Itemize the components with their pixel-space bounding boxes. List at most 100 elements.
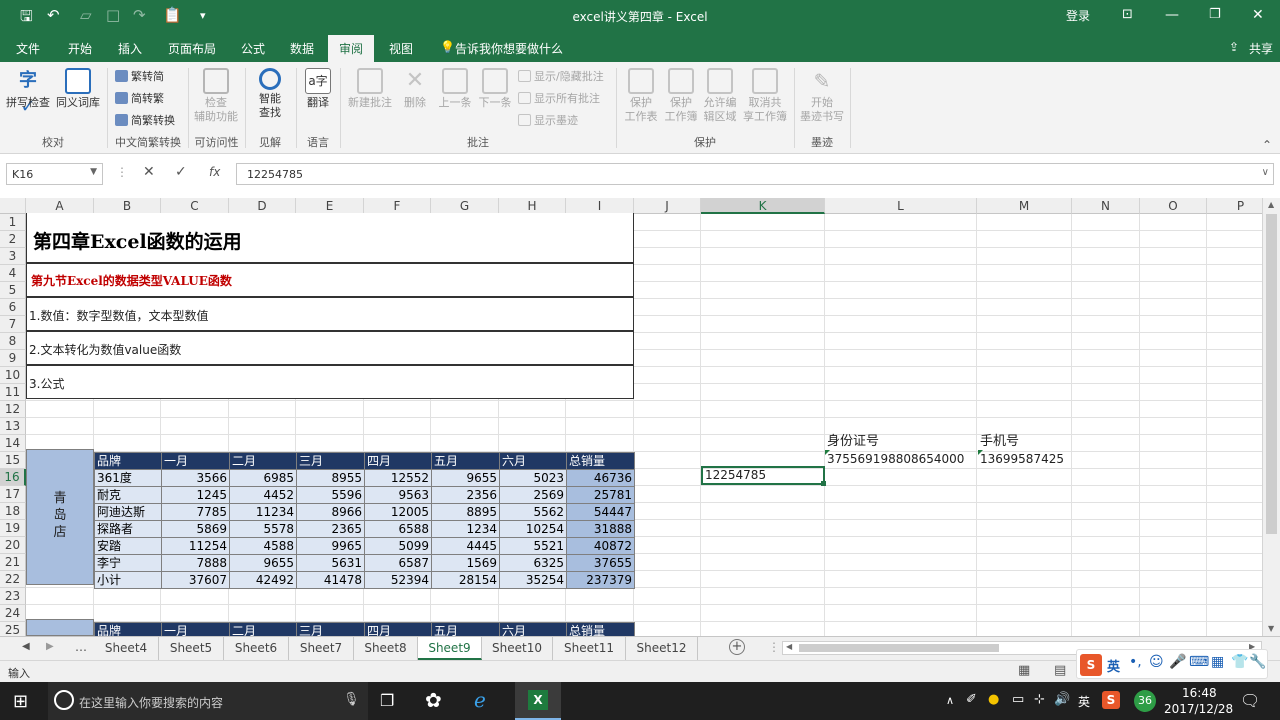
excel-taskbar-button[interactable]: X — [515, 682, 561, 720]
new-comment-button[interactable]: 新建批注 — [344, 68, 396, 110]
tray-app-icon[interactable]: ✐ — [966, 692, 977, 707]
prev-comment-button[interactable]: 上一条 — [435, 68, 475, 110]
scroll-up-icon[interactable]: ▲ — [1268, 200, 1274, 209]
row-header-19[interactable]: 19 — [0, 520, 26, 537]
table-value-cell[interactable]: 5099 — [364, 537, 432, 555]
chevron-down-icon[interactable]: ▼ — [90, 167, 97, 177]
sheet-tab-sheet8[interactable]: Sheet8 — [354, 637, 418, 660]
section-title-cell[interactable]: 第九节Excel的数据类型VALUE函数 — [26, 263, 634, 297]
id-label[interactable]: 身份证号 — [827, 433, 879, 450]
table-value-cell[interactable]: 6587 — [364, 554, 432, 572]
column-header-a[interactable]: A — [26, 198, 94, 214]
row-header-13[interactable]: 13 — [0, 418, 26, 435]
table-value-cell[interactable]: 5631 — [296, 554, 365, 572]
item2-cell[interactable]: 2.文本转化为数值value函数 — [26, 331, 634, 365]
column-header-h[interactable]: H — [499, 198, 566, 214]
sheet-tab-sheet5[interactable]: Sheet5 — [159, 637, 224, 660]
check-accessibility-button[interactable]: 检查 辅助功能 — [192, 68, 240, 124]
pinwheel-app-icon[interactable]: ✿ — [425, 688, 442, 712]
item3-cell[interactable]: 3.公式 — [26, 365, 634, 399]
select-all-corner[interactable] — [0, 198, 26, 214]
notification-icon[interactable]: 🗨 — [1240, 691, 1260, 710]
table-value-cell[interactable]: 9655 — [229, 554, 297, 572]
tools-icon[interactable]: 🔧 — [1249, 654, 1266, 670]
column-header-l[interactable]: L — [825, 198, 977, 214]
punct-icon[interactable]: •, — [1129, 654, 1142, 670]
row-header-10[interactable]: 10 — [0, 367, 26, 384]
clock-date[interactable]: 2017/12/28 — [1164, 702, 1233, 716]
network-icon[interactable]: ⊹ — [1034, 692, 1045, 707]
row-header-7[interactable]: 7 — [0, 316, 26, 333]
table2-header-cell[interactable]: 五月 — [431, 622, 500, 636]
scroll-down-icon[interactable]: ▼ — [1268, 624, 1274, 633]
table-value-cell[interactable]: 1569 — [431, 554, 500, 572]
ime-toolbar[interactable]: S 英 •, ☺ 🎤 ⌨ ▦ 👕 🔧 — [1076, 649, 1268, 679]
worksheet-grid[interactable]: ABCDEFGHIJKLMNOP 1 2 3 4 5 6 7 8 9 10 11 12 13 14 15 16… — [0, 198, 1262, 636]
table2-header-cell[interactable]: 二月 — [229, 622, 297, 636]
row-header-16[interactable]: 16 — [0, 469, 26, 486]
show-ink-button[interactable]: 显示墨迹 — [518, 112, 578, 128]
unshare-workbook-button[interactable]: 取消共 享工作簿 — [740, 68, 790, 124]
thesaurus-button[interactable]: 同义词库 — [54, 68, 102, 110]
login-link[interactable]: 登录 — [1066, 7, 1090, 24]
table2-header-cell[interactable]: 总销量 — [566, 622, 635, 636]
table-header-cell[interactable]: 四月 — [364, 452, 432, 470]
active-cell-K16[interactable]: 12254785 — [701, 466, 825, 485]
table-value-cell[interactable]: 37607 — [161, 571, 230, 589]
table-value-cell[interactable]: 28154 — [431, 571, 500, 589]
table-header-cell[interactable]: 六月 — [499, 452, 567, 470]
allow-edit-ranges-button[interactable]: 允许编 辑区域 — [701, 68, 739, 124]
table-header-cell[interactable]: 一月 — [161, 452, 230, 470]
row-header-20[interactable]: 20 — [0, 537, 26, 554]
table-value-cell[interactable]: 11234 — [229, 503, 297, 521]
table-value-cell[interactable]: 1245 — [161, 486, 230, 504]
table-value-cell[interactable]: 4445 — [431, 537, 500, 555]
protect-sheet-button[interactable]: 保护 工作表 — [622, 68, 660, 124]
row-header-15[interactable]: 15 — [0, 452, 26, 469]
sogou-tray-icon[interactable]: S — [1102, 691, 1120, 709]
chapter-title-cell[interactable]: 第四章Excel函数的运用 — [26, 213, 634, 263]
table-value-cell[interactable]: 6985 — [229, 469, 297, 487]
show-hidden-icons-icon[interactable]: ∧ — [946, 694, 954, 707]
table-header-cell[interactable]: 五月 — [431, 452, 500, 470]
table-value-cell[interactable]: 12005 — [364, 503, 432, 521]
share-button[interactable]: 共享 — [1249, 40, 1273, 57]
column-header-e[interactable]: E — [296, 198, 364, 214]
table-brand-cell[interactable]: 李宁 — [94, 554, 162, 572]
table-value-cell[interactable]: 54447 — [566, 503, 635, 521]
clock-time[interactable]: 16:48 — [1182, 686, 1217, 700]
item1-cell[interactable]: 1.数值：数字型数值，文本型数值 — [26, 297, 634, 331]
normal-view-icon[interactable]: ▦ — [1018, 663, 1030, 678]
table-value-cell[interactable]: 8966 — [296, 503, 365, 521]
table-value-cell[interactable]: 11254 — [161, 537, 230, 555]
table-value-cell[interactable]: 9655 — [431, 469, 500, 487]
table-value-cell[interactable]: 8955 — [296, 469, 365, 487]
table-value-cell[interactable]: 1234 — [431, 520, 500, 538]
tab-insert[interactable]: 插入 — [118, 40, 142, 57]
horizontal-scroll-thumb[interactable] — [799, 644, 999, 652]
simp-to-trad-button[interactable]: 简转繁 — [115, 90, 164, 106]
table-value-cell[interactable]: 12552 — [364, 469, 432, 487]
table-value-cell[interactable]: 237379 — [566, 571, 635, 589]
table-value-cell[interactable]: 46736 — [566, 469, 635, 487]
table-value-cell[interactable]: 3566 — [161, 469, 230, 487]
table-value-cell[interactable]: 40872 — [566, 537, 635, 555]
sheet-tab-sheet12[interactable]: Sheet12 — [626, 637, 698, 660]
table-value-cell[interactable]: 42492 — [229, 571, 297, 589]
protect-workbook-button[interactable]: 保护 工作簿 — [662, 68, 700, 124]
phone-value[interactable]: 13699587425 — [980, 451, 1064, 468]
table-brand-cell[interactable]: 探路者 — [94, 520, 162, 538]
sheet-tab-sheet6[interactable]: Sheet6 — [224, 637, 289, 660]
edge-icon[interactable]: ℯ — [474, 688, 486, 712]
row-header-12[interactable]: 12 — [0, 401, 26, 418]
row-header-22[interactable]: 22 — [0, 571, 26, 588]
row-header-9[interactable]: 9 — [0, 350, 26, 367]
row-header-25[interactable]: 25 — [0, 622, 26, 636]
table2-header-cell[interactable]: 六月 — [499, 622, 567, 636]
table2-header-cell[interactable]: 品牌 — [94, 622, 162, 636]
tab-file[interactable]: 文件 — [16, 40, 40, 57]
tell-me-box[interactable]: 告诉我你想要做什么 — [455, 40, 563, 57]
task-view-icon[interactable]: ❐ — [380, 691, 394, 710]
shirt-icon[interactable]: 👕 — [1231, 654, 1248, 670]
row-header-1[interactable]: 1 — [0, 214, 26, 231]
